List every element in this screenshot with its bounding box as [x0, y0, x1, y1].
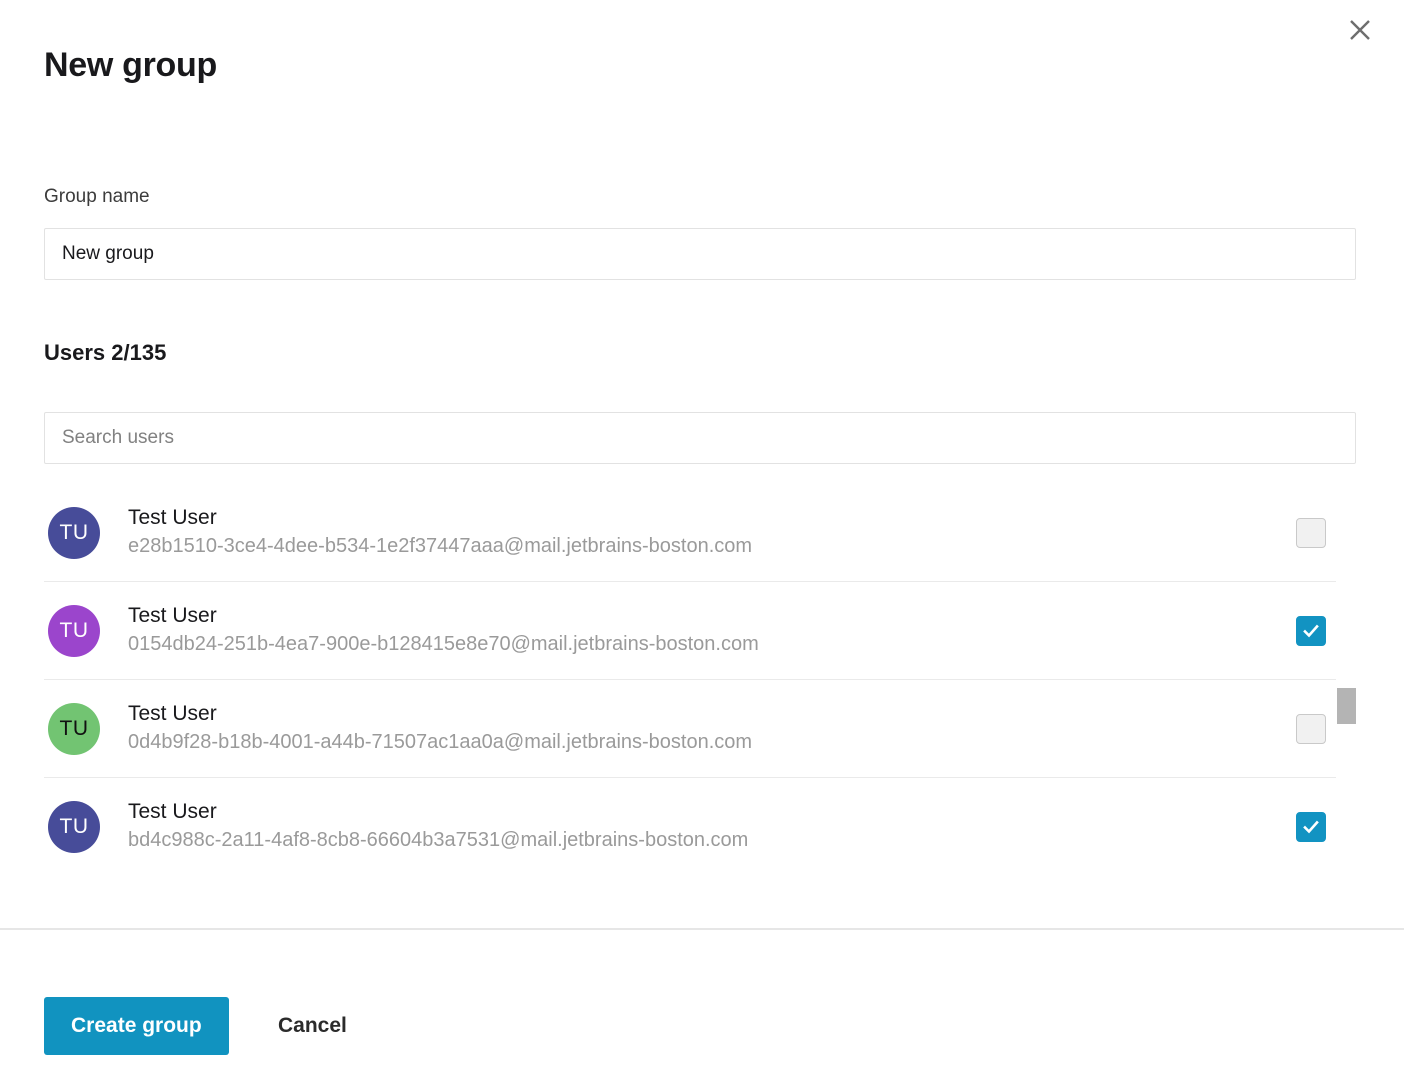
avatar: TU	[48, 801, 100, 853]
user-info: Test User e28b1510-3ce4-4dee-b534-1e2f37…	[128, 504, 752, 561]
user-info: Test User 0154db24-251b-4ea7-900e-b12841…	[128, 602, 759, 659]
user-select-checkbox[interactable]	[1296, 518, 1326, 548]
user-list-scrollbar[interactable]	[1337, 498, 1356, 870]
avatar-initials: TU	[60, 521, 89, 545]
user-email: 0d4b9f28-b18b-4001-a44b-71507ac1aa0a@mai…	[128, 728, 752, 757]
avatar: TU	[48, 507, 100, 559]
group-name-input[interactable]	[44, 228, 1356, 280]
close-button[interactable]	[1342, 12, 1378, 48]
user-select-checkbox[interactable]	[1296, 714, 1326, 744]
cancel-button[interactable]: Cancel	[272, 997, 353, 1055]
user-email: 0154db24-251b-4ea7-900e-b128415e8e70@mai…	[128, 630, 759, 659]
users-heading: Users 2/135	[44, 340, 166, 366]
footer-divider	[0, 928, 1404, 930]
search-users-input[interactable]	[44, 412, 1356, 464]
close-icon	[1347, 17, 1373, 43]
table-row[interactable]: TU Test User 0d4b9f28-b18b-4001-a44b-715…	[44, 680, 1336, 778]
scrollbar-thumb[interactable]	[1337, 688, 1356, 724]
page-title: New group	[44, 46, 217, 85]
user-info: Test User 0d4b9f28-b18b-4001-a44b-71507a…	[128, 700, 752, 757]
group-name-label: Group name	[44, 186, 150, 208]
avatar: TU	[48, 703, 100, 755]
user-name: Test User	[128, 700, 752, 727]
user-list: TU Test User e28b1510-3ce4-4dee-b534-1e2…	[44, 498, 1356, 870]
user-info: Test User bd4c988c-2a11-4af8-8cb8-66604b…	[128, 798, 748, 855]
table-row[interactable]: TU Test User 0154db24-251b-4ea7-900e-b12…	[44, 582, 1336, 680]
user-email: bd4c988c-2a11-4af8-8cb8-66604b3a7531@mai…	[128, 826, 748, 855]
user-name: Test User	[128, 798, 748, 825]
user-select-checkbox[interactable]	[1296, 616, 1326, 646]
user-email: e28b1510-3ce4-4dee-b534-1e2f37447aaa@mai…	[128, 532, 752, 561]
table-row[interactable]: TU Test User e28b1510-3ce4-4dee-b534-1e2…	[44, 498, 1336, 582]
avatar-initials: TU	[60, 815, 89, 839]
user-name: Test User	[128, 504, 752, 531]
user-select-checkbox[interactable]	[1296, 812, 1326, 842]
user-name: Test User	[128, 602, 759, 629]
table-row[interactable]: TU Test User bd4c988c-2a11-4af8-8cb8-666…	[44, 778, 1336, 870]
avatar-initials: TU	[60, 717, 89, 741]
avatar-initials: TU	[60, 619, 89, 643]
new-group-dialog: New group Group name Users 2/135 TU Test…	[0, 0, 1404, 1080]
avatar: TU	[48, 605, 100, 657]
create-group-button[interactable]: Create group	[44, 997, 229, 1055]
